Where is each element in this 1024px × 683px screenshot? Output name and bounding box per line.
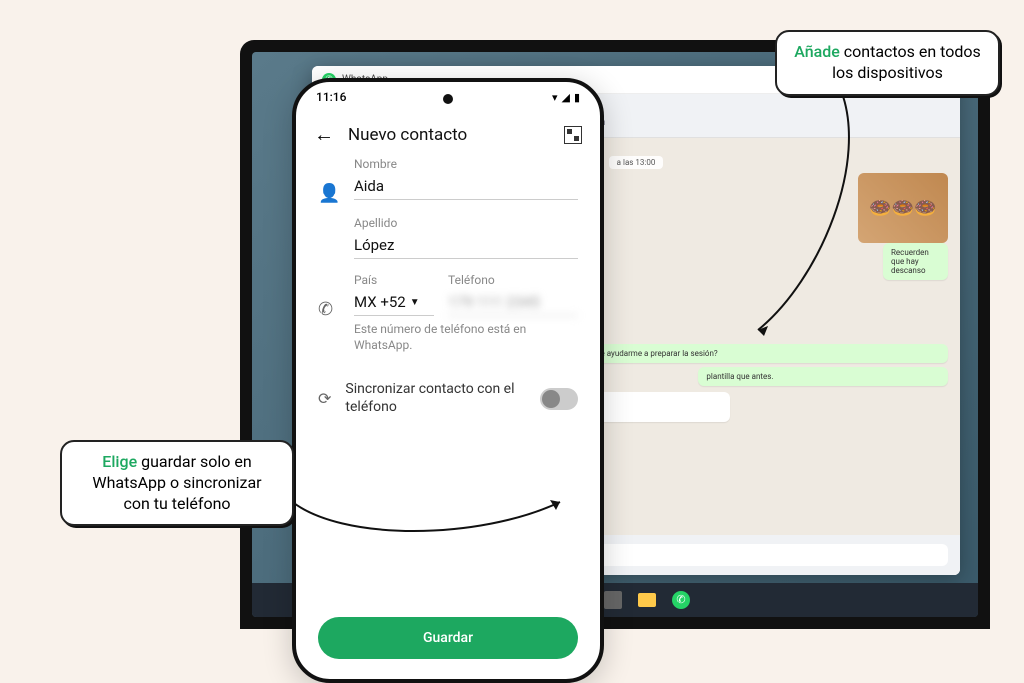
- signal-icon: ◢: [561, 91, 569, 104]
- whatsapp-taskbar-icon[interactable]: [672, 591, 690, 609]
- callout-add-contacts: Añade contactos en todos los dispositivo…: [775, 30, 1000, 96]
- message-image-donuts[interactable]: [858, 173, 948, 243]
- qr-scan-icon[interactable]: [564, 126, 582, 144]
- country-select[interactable]: MX +52▼: [354, 289, 434, 316]
- name-input[interactable]: [354, 173, 578, 200]
- phone-helper-text: Este número de teléfono está en WhatsApp…: [354, 322, 578, 353]
- name-label: Nombre: [354, 157, 578, 171]
- taskbar-app-icon[interactable]: [604, 591, 622, 609]
- country-label: País: [354, 273, 434, 287]
- sync-label: Sincronizar contacto con el teléfono: [345, 381, 526, 416]
- message-out: plantilla que antes.: [698, 367, 948, 386]
- camera-notch: [443, 94, 453, 104]
- sync-icon: ⟳: [318, 389, 331, 408]
- sync-toggle[interactable]: [540, 388, 578, 410]
- person-icon: 👤: [318, 157, 340, 204]
- phone-label: Teléfono: [448, 273, 578, 287]
- status-time: 11:16: [316, 90, 346, 104]
- callout-sync-choice: Elige guardar solo en WhatsApp o sincron…: [60, 440, 294, 526]
- battery-icon: ▮: [574, 91, 580, 104]
- wifi-icon: ▾: [552, 91, 558, 104]
- save-button[interactable]: Guardar: [318, 617, 578, 659]
- surname-label: Apellido: [354, 216, 578, 230]
- surname-input[interactable]: [354, 232, 578, 259]
- phone-icon: ✆: [318, 273, 340, 320]
- back-button[interactable]: ←: [314, 122, 334, 147]
- phone-number-input[interactable]: [448, 289, 578, 316]
- screen-title: Nuevo contacto: [348, 125, 550, 145]
- file-explorer-icon[interactable]: [638, 593, 656, 607]
- message-out: Recuerden que hay descanso: [883, 243, 948, 280]
- phone-mockup: 11:16 ▾ ◢ ▮ ← Nuevo contacto 👤 Nombre Ap…: [292, 78, 604, 683]
